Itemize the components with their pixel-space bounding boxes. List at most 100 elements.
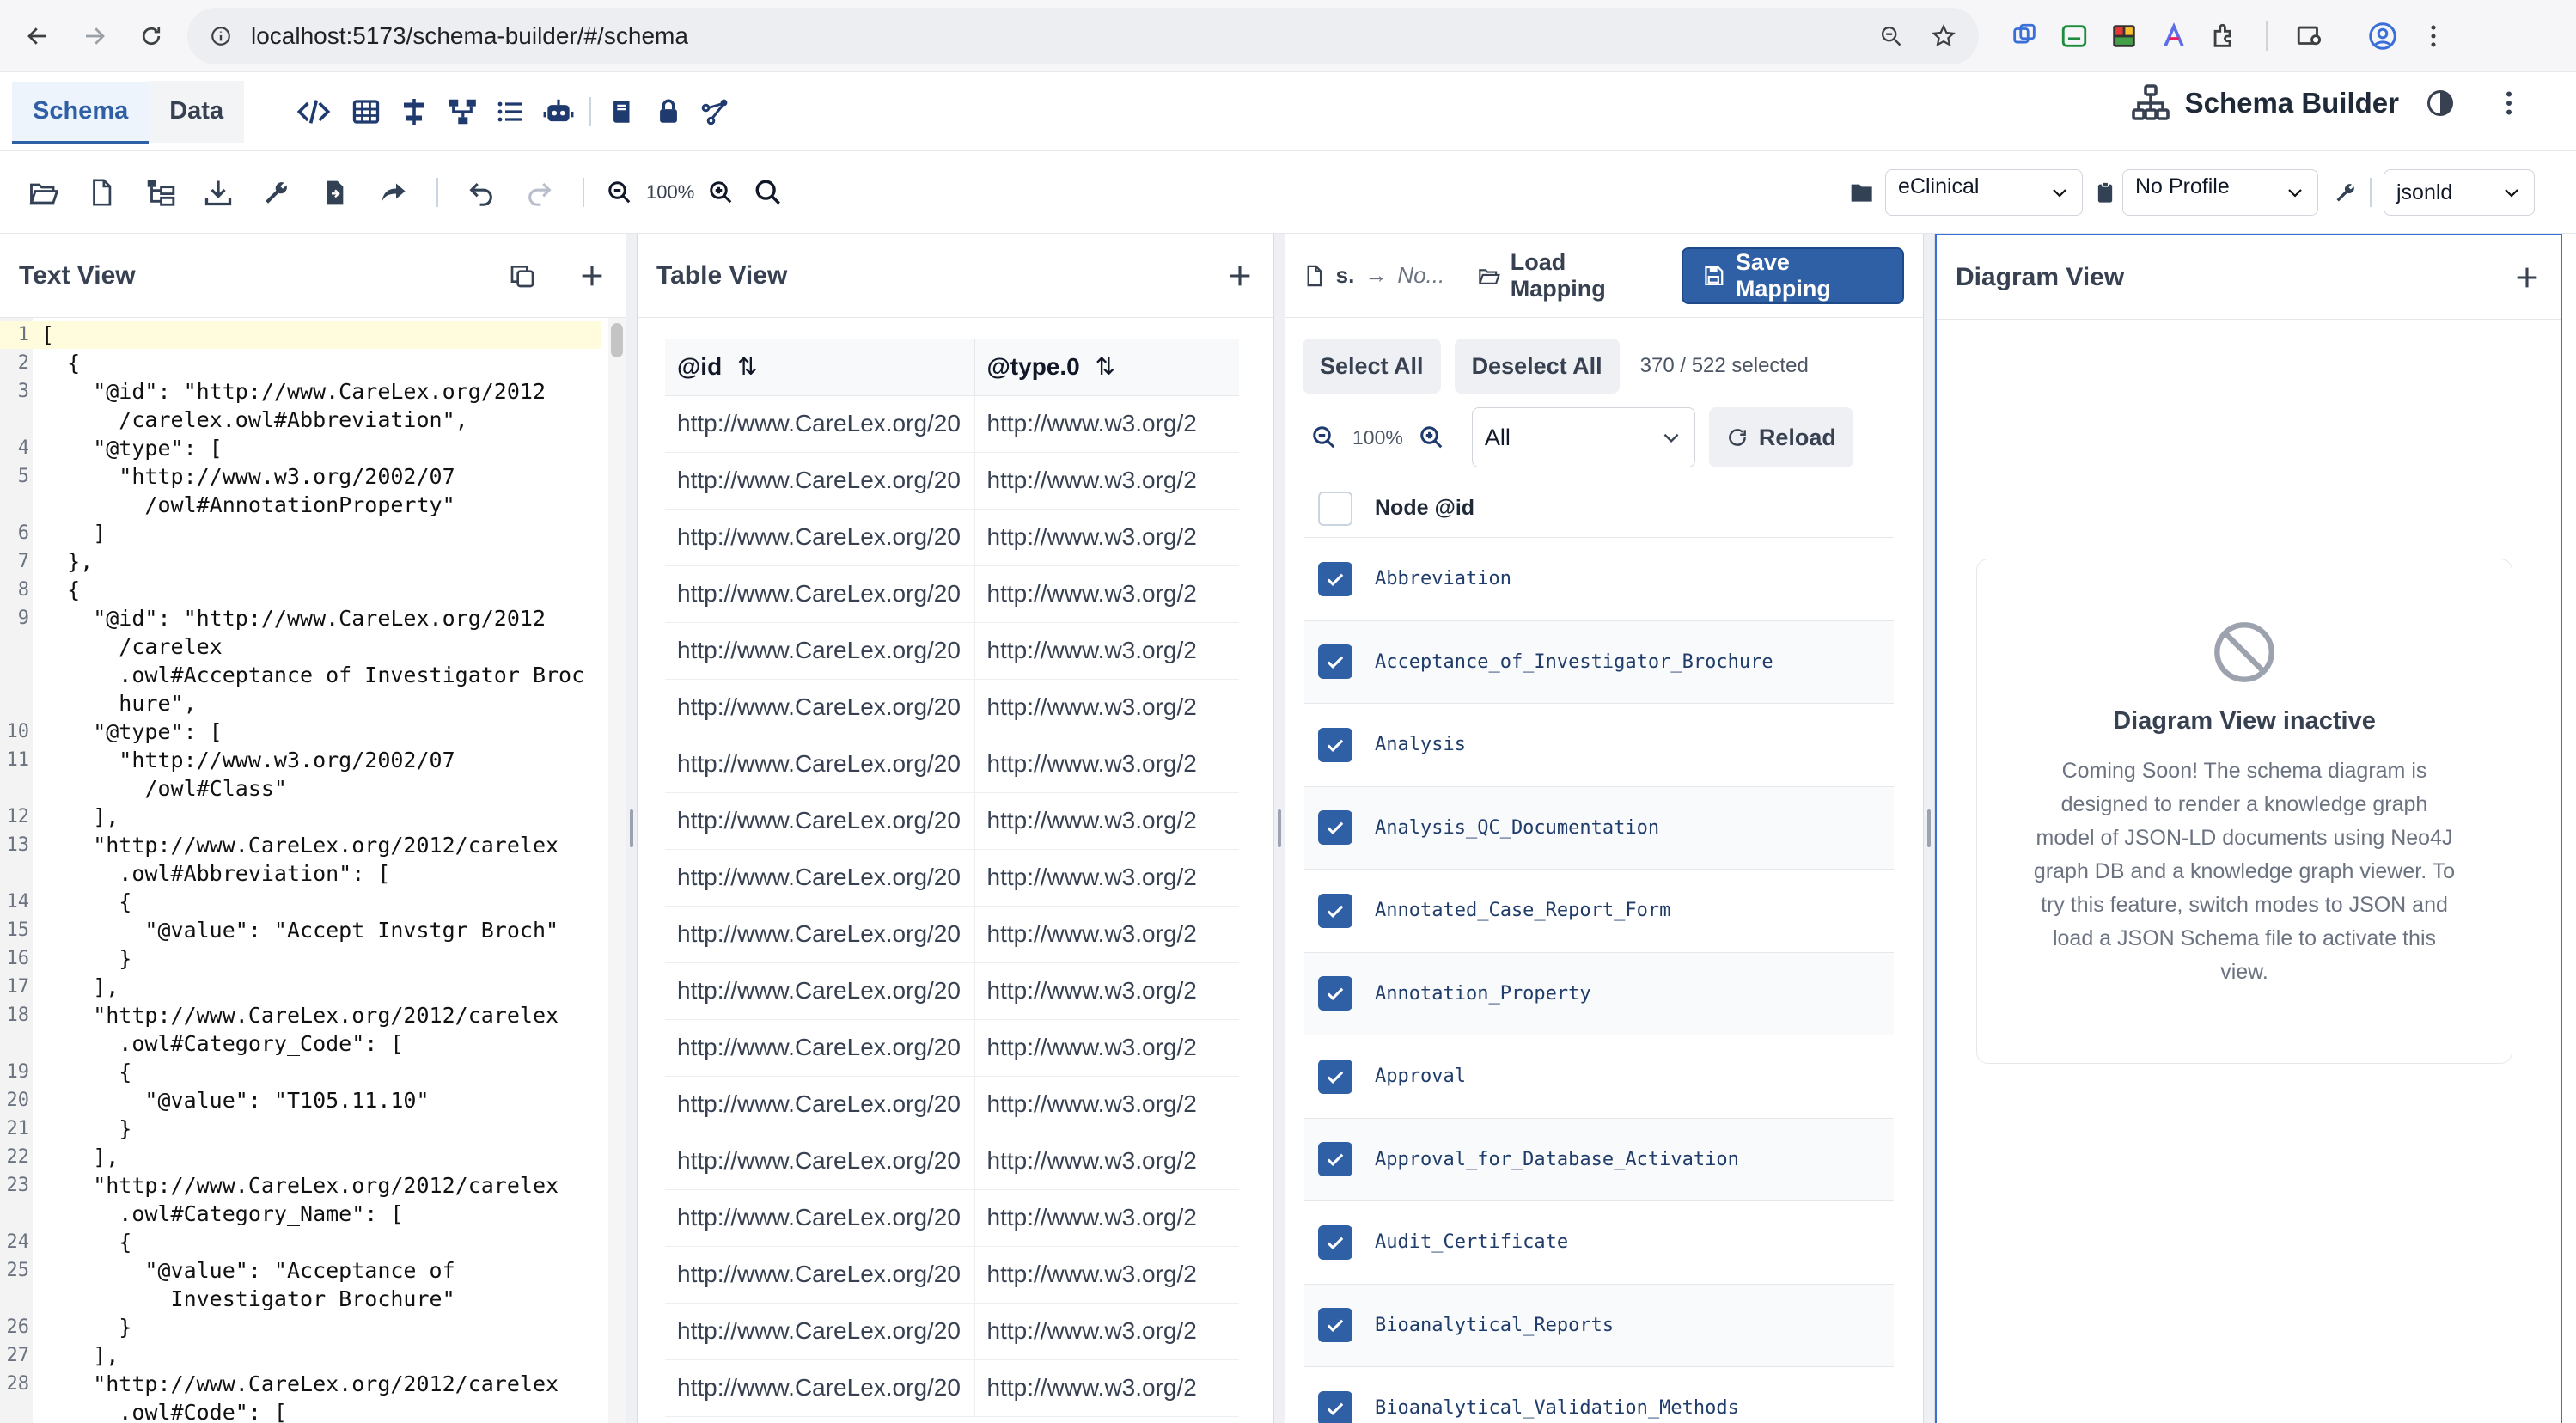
table-row[interactable]: http://www.CareLex.org/20 http://www.w3.o…	[665, 679, 1239, 736]
table-cell[interactable]: http://www.w3.org/2	[974, 736, 1239, 793]
extension-colorful-icon[interactable]	[2109, 21, 2139, 51]
code-text[interactable]: .owl#Abbreviation": [	[41, 859, 390, 888]
code-text[interactable]: {	[41, 349, 80, 377]
theme-toggle-icon[interactable]	[2425, 88, 2456, 119]
table-cell[interactable]: http://www.CareLex.org/20	[665, 1189, 975, 1247]
code-text[interactable]: ],	[41, 1143, 119, 1171]
deselect-all-button[interactable]: Deselect All	[1454, 339, 1620, 394]
table-cell[interactable]: http://www.w3.org/2	[974, 962, 1239, 1020]
extension-green-icon[interactable]	[2060, 21, 2089, 51]
node-checkbox[interactable]	[1318, 976, 1352, 1011]
undo-icon[interactable]	[452, 167, 510, 218]
code-text[interactable]: }	[41, 944, 131, 973]
table-icon[interactable]	[342, 96, 390, 127]
json-editor[interactable]: 1[2 {3 "@id": "http://www.CareLex.org/20…	[0, 318, 601, 1423]
resize-handle[interactable]	[1273, 234, 1285, 1423]
table-cell[interactable]: http://www.w3.org/2	[974, 1019, 1239, 1077]
extensions-puzzle-icon[interactable]	[2209, 21, 2238, 51]
table-cell[interactable]: http://www.CareLex.org/20	[665, 1246, 975, 1304]
table-cell[interactable]: http://www.CareLex.org/20	[665, 395, 975, 453]
code-text[interactable]: {	[41, 888, 131, 916]
node-checkbox[interactable]	[1318, 1390, 1352, 1423]
code-line[interactable]: 12 ],	[0, 803, 601, 831]
table-row[interactable]: http://www.CareLex.org/20 http://www.w3.o…	[665, 1303, 1239, 1360]
node-checkbox[interactable]	[1318, 1308, 1352, 1343]
lock-icon[interactable]	[646, 97, 691, 126]
editor-scrollbar[interactable]	[608, 318, 626, 1423]
list-item[interactable]: Audit_Certificate	[1304, 1201, 1894, 1285]
table-row[interactable]: http://www.CareLex.org/20 http://www.w3.o…	[665, 906, 1239, 963]
code-text[interactable]: .owl#Category_Name": [	[41, 1200, 403, 1228]
table-row[interactable]: http://www.CareLex.org/20 http://www.w3.o…	[665, 1133, 1239, 1190]
code-line[interactable]: /owl#Class"	[0, 774, 601, 803]
forward-icon[interactable]	[72, 14, 117, 58]
table-cell[interactable]: http://www.w3.org/2	[974, 1133, 1239, 1190]
table-row[interactable]: http://www.CareLex.org/20 http://www.w3.o…	[665, 1019, 1239, 1077]
code-text[interactable]: /owl#Class"	[41, 774, 287, 803]
code-line[interactable]: .owl#Code": [	[0, 1398, 601, 1423]
breadcrumb-file[interactable]: s.	[1336, 262, 1355, 289]
zoom-out-icon[interactable]	[598, 167, 641, 218]
back-icon[interactable]	[15, 14, 60, 58]
url-text[interactable]: localhost:5173/schema-builder/#/schema	[251, 22, 1852, 50]
code-text[interactable]: hure",	[41, 689, 196, 718]
table-cell[interactable]: http://www.CareLex.org/20	[665, 679, 975, 736]
list-item[interactable]: Approval	[1304, 1035, 1894, 1119]
code-line[interactable]: 11 "http://www.w3.org/2002/07	[0, 746, 601, 774]
code-line[interactable]: /owl#AnnotationProperty"	[0, 491, 601, 519]
code-text[interactable]: .owl#Category_Code": [	[41, 1029, 403, 1058]
code-text[interactable]: }	[41, 1313, 131, 1341]
table-cell[interactable]: http://www.w3.org/2	[974, 565, 1239, 623]
code-text[interactable]: /owl#AnnotationProperty"	[41, 491, 455, 519]
code-text[interactable]: "@id": "http://www.CareLex.org/2012	[41, 377, 546, 406]
code-line[interactable]: 13 "http://www.CareLex.org/2012/carelex	[0, 831, 601, 859]
code-line[interactable]: 15 "@value": "Accept Invstgr Broch"	[0, 916, 601, 944]
reading-mode-icon[interactable]	[2295, 21, 2324, 51]
project-select[interactable]: eClinical	[1885, 169, 2083, 216]
add-icon[interactable]	[577, 261, 607, 290]
table-row[interactable]: http://www.CareLex.org/20 http://www.w3.o…	[665, 962, 1239, 1020]
code-icon[interactable]	[285, 95, 342, 129]
book-icon[interactable]	[598, 97, 646, 126]
table-cell[interactable]: http://www.w3.org/2	[974, 1359, 1239, 1417]
table-cell[interactable]: http://www.w3.org/2	[974, 1246, 1239, 1304]
code-text[interactable]: .owl#Acceptance_of_Investigator_Broc	[41, 661, 584, 689]
code-line[interactable]: .owl#Category_Name": [	[0, 1200, 601, 1228]
zoom-icon[interactable]	[1879, 24, 1903, 48]
code-line[interactable]: 23 "http://www.CareLex.org/2012/carelex	[0, 1171, 601, 1200]
table-cell[interactable]: http://www.CareLex.org/20	[665, 1076, 975, 1133]
folder-tree-icon[interactable]	[131, 167, 189, 218]
code-text[interactable]: "@id": "http://www.CareLex.org/2012	[41, 604, 546, 632]
file-export-icon[interactable]	[306, 167, 364, 218]
profile-icon[interactable]	[2367, 21, 2398, 52]
code-text[interactable]: "http://www.CareLex.org/2012/carelex	[41, 1001, 559, 1029]
list-item[interactable]: Annotated_Case_Report_Form	[1304, 870, 1894, 953]
sort-icon[interactable]: ⇅	[737, 353, 757, 380]
reload-button[interactable]: Reload	[1708, 407, 1853, 467]
zoom-out-icon[interactable]	[1311, 424, 1337, 450]
code-line[interactable]: 27 ],	[0, 1341, 601, 1370]
code-text[interactable]: "@value": "Accept Invstgr Broch"	[41, 916, 559, 944]
code-line[interactable]: 6 ]	[0, 519, 601, 547]
table-cell[interactable]: http://www.CareLex.org/20	[665, 509, 975, 566]
code-line[interactable]: .owl#Acceptance_of_Investigator_Broc	[0, 661, 601, 689]
tab-data[interactable]: Data	[149, 80, 245, 143]
code-line[interactable]: 24 {	[0, 1228, 601, 1256]
table-cell[interactable]: http://www.w3.org/2	[974, 622, 1239, 680]
code-line[interactable]: 3 "@id": "http://www.CareLex.org/2012	[0, 377, 601, 406]
code-text[interactable]: "http://www.CareLex.org/2012/carelex	[41, 1370, 559, 1398]
code-text[interactable]: }	[41, 1115, 131, 1143]
table-row[interactable]: http://www.CareLex.org/20 http://www.w3.o…	[665, 1189, 1239, 1247]
save-mapping-button[interactable]: Save Mapping	[1682, 247, 1904, 304]
table-cell[interactable]: http://www.w3.org/2	[974, 452, 1239, 510]
table-cell[interactable]: http://www.CareLex.org/20	[665, 1359, 975, 1417]
node-checkbox[interactable]	[1318, 644, 1352, 680]
open-folder-icon[interactable]	[14, 167, 72, 218]
code-line[interactable]: /carelex.owl#Abbreviation",	[0, 406, 601, 434]
code-line[interactable]: hure",	[0, 689, 601, 718]
address-bar[interactable]: localhost:5173/schema-builder/#/schema	[187, 7, 1979, 64]
table-cell[interactable]: http://www.CareLex.org/20	[665, 622, 975, 680]
code-line[interactable]: 18 "http://www.CareLex.org/2012/carelex	[0, 1001, 601, 1029]
add-icon[interactable]	[2512, 263, 2542, 292]
table-row[interactable]: http://www.CareLex.org/20 http://www.w3.o…	[665, 1076, 1239, 1133]
